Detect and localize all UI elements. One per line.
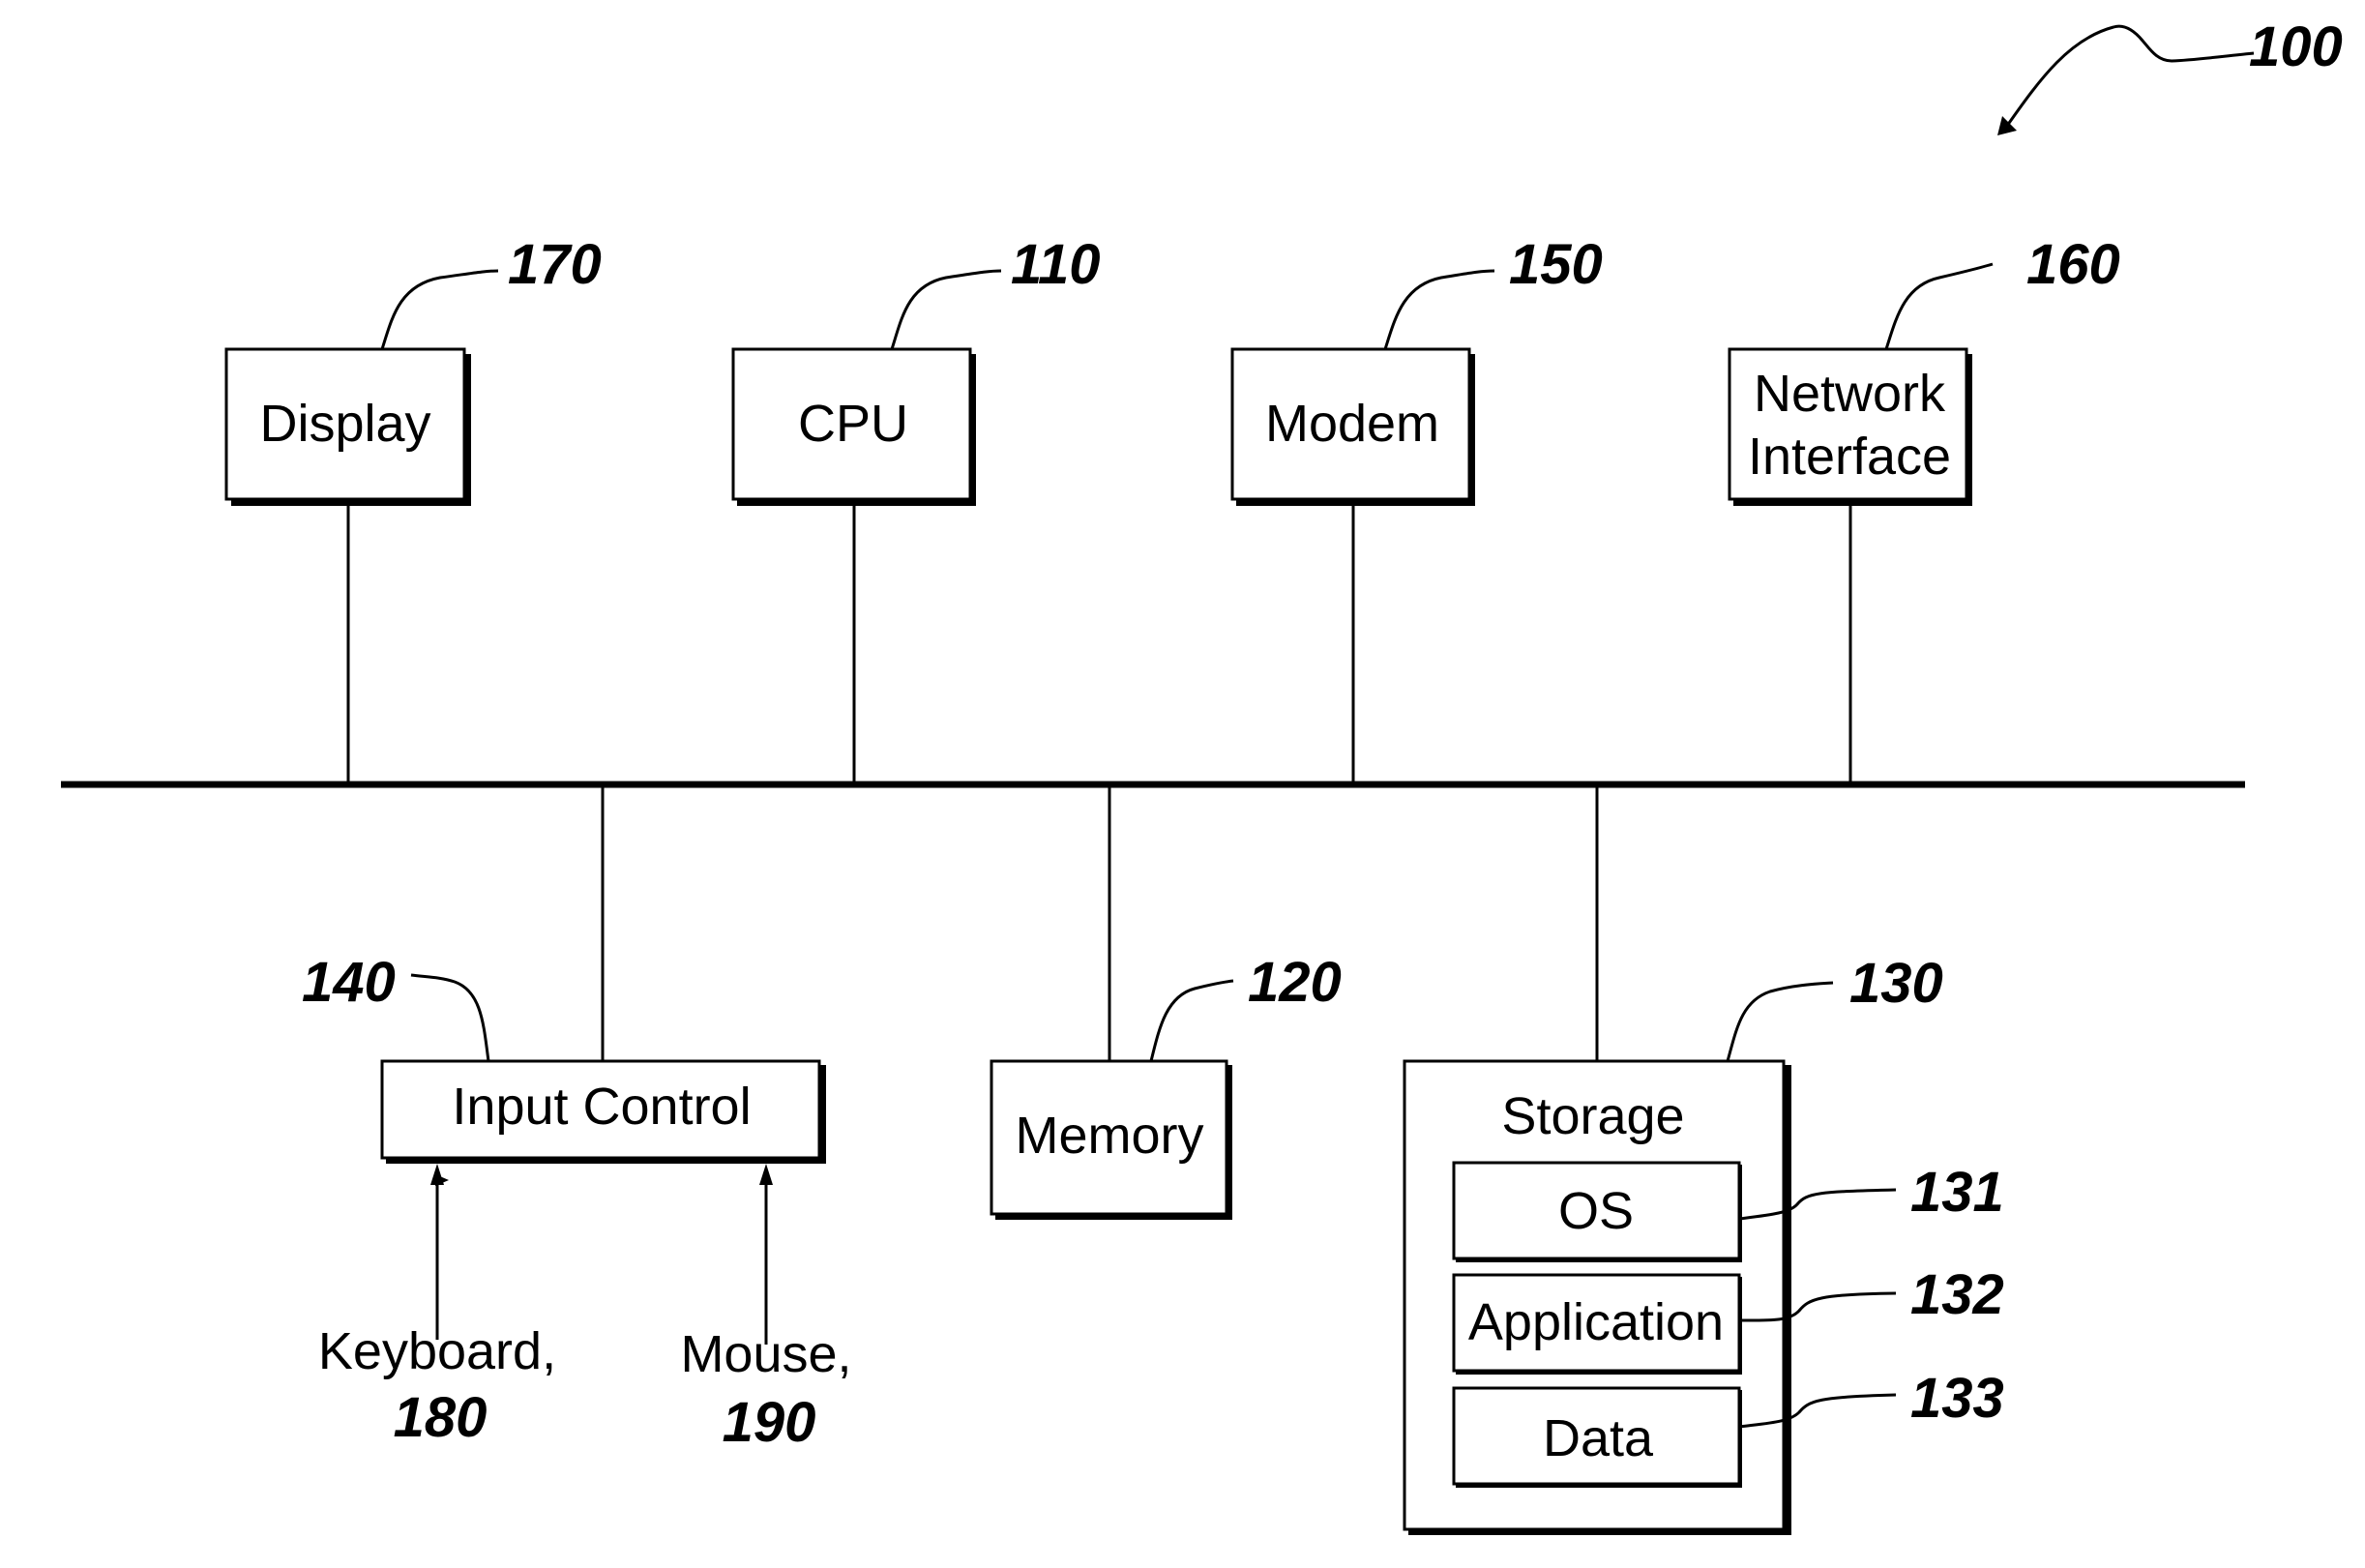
display-ref-leader (380, 269, 499, 350)
input-control-ref: 140 (302, 951, 396, 1014)
network-interface-block: Network Interface 160 (1728, 233, 2120, 506)
modem-ref-leader (1383, 269, 1495, 350)
cpu-ref-leader (890, 269, 1002, 350)
keyboard-ref: 180 (394, 1386, 488, 1449)
figure-arrowhead-icon (1997, 116, 2017, 135)
mouse-label: Mouse, (680, 1325, 851, 1383)
application-block: Application 132 (1452, 1263, 2004, 1375)
input-control-ref-leader (410, 973, 490, 1062)
input-control-label: Input Control (452, 1078, 751, 1136)
display-ref: 170 (508, 233, 602, 296)
application-label: Application (1468, 1293, 1724, 1351)
storage-ref-leader (1726, 981, 1834, 1062)
data-ref: 133 (1910, 1367, 2004, 1430)
memory-ref: 120 (1248, 951, 1342, 1014)
os-label: OS (1558, 1182, 1634, 1240)
application-ref: 132 (1910, 1263, 2004, 1326)
mouse-ref: 190 (723, 1391, 816, 1454)
os-block: OS 131 (1452, 1161, 2004, 1262)
input-control-block: Input Control 140 (302, 951, 826, 1164)
modem-label: Modem (1265, 395, 1439, 453)
modem-block: Modem 150 (1230, 233, 1603, 506)
storage-label: Storage (1501, 1087, 1684, 1145)
keyboard-arrowhead-icon (430, 1164, 444, 1185)
storage-ref: 130 (1849, 952, 1943, 1015)
cpu-ref: 110 (1011, 233, 1100, 296)
keyboard-label: Keyboard, (318, 1322, 556, 1380)
modem-ref: 150 (1509, 233, 1603, 296)
network-ref-leader (1884, 262, 1994, 350)
display-block: Display 170 (224, 233, 602, 506)
figure-ref-100: 100 (1997, 15, 2343, 135)
network-label-line1: Network (1754, 365, 1946, 423)
os-ref: 131 (1910, 1161, 2004, 1224)
memory-label: Memory (1015, 1107, 1203, 1165)
network-ref: 160 (2026, 233, 2120, 296)
system-diagram: 100 Display 170 CPU 110 Modem 150 Networ… (61, 15, 2343, 1535)
cpu-label: CPU (798, 395, 908, 453)
memory-block: Memory 120 (990, 951, 1342, 1220)
display-label: Display (259, 395, 430, 453)
cpu-block: CPU 110 (731, 233, 1100, 506)
memory-ref-leader (1149, 979, 1234, 1062)
network-label-line2: Interface (1748, 428, 1951, 486)
data-label: Data (1543, 1409, 1654, 1467)
storage-block: Storage 130 OS 131 Application 132 Data … (1403, 952, 2004, 1535)
figure-ref-leader (2005, 24, 2255, 127)
mouse-arrowhead-icon (759, 1164, 773, 1185)
figure-ref-label: 100 (2249, 15, 2343, 78)
